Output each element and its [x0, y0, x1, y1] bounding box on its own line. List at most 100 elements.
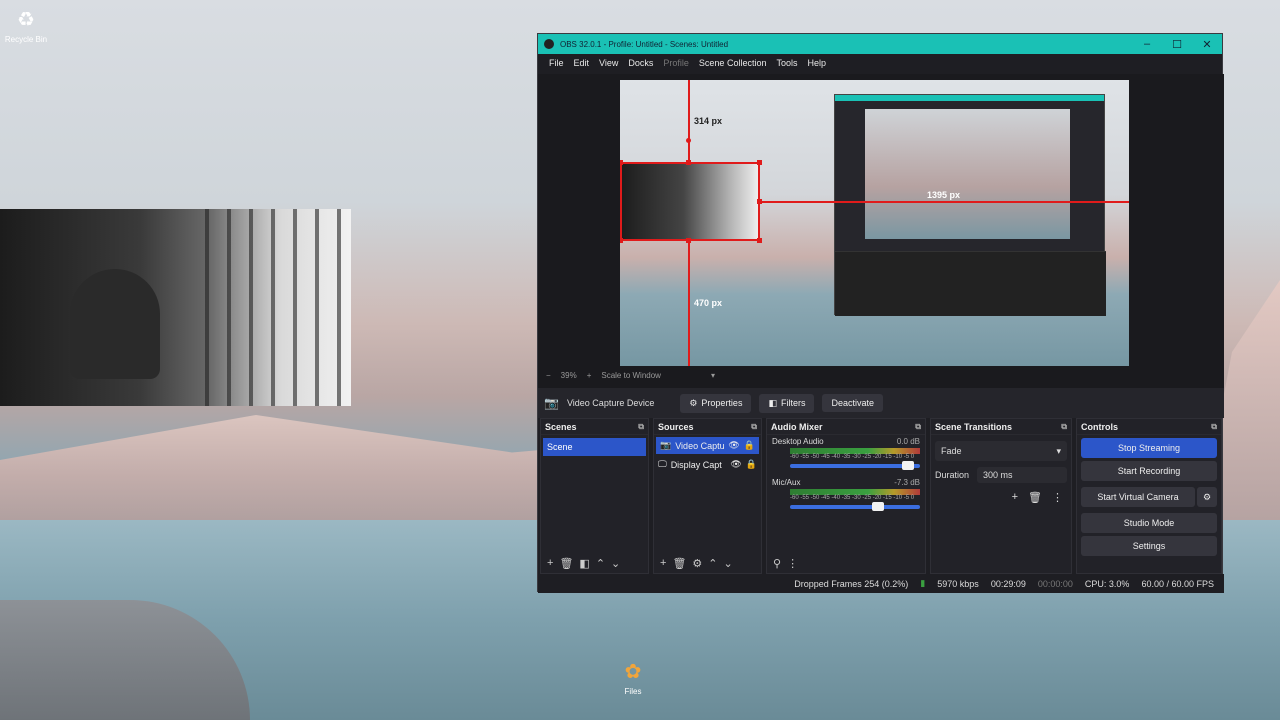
duration-input[interactable]: 300 ms	[977, 467, 1067, 483]
menu-edit[interactable]: Edit	[569, 58, 595, 68]
lock-icon[interactable]: 🔒	[744, 440, 755, 451]
stop-streaming-button[interactable]: Stop Streaming	[1081, 438, 1217, 458]
lock-icon[interactable]: 🔒	[746, 459, 757, 470]
close-button[interactable]: ✕	[1192, 38, 1222, 51]
channel-name: Desktop Audio	[772, 437, 824, 446]
zoom-bar: − 39% + Scale to Window ▾	[538, 366, 1224, 384]
trash-icon[interactable]: 🗑	[672, 557, 686, 570]
start-virtual-camera-button[interactable]: Start Virtual Camera	[1081, 487, 1195, 507]
start-recording-button[interactable]: Start Recording	[1081, 461, 1217, 481]
chevron-down-icon[interactable]: ⌄	[611, 557, 620, 570]
preview-area[interactable]: 314 px 1395 px 470 px − 39% + Scale to W…	[538, 74, 1224, 402]
scenes-title: Scenes	[545, 421, 577, 432]
studio-mode-button[interactable]: Studio Mode	[1081, 513, 1217, 533]
menu-file[interactable]: File	[544, 58, 569, 68]
source-item[interactable]: 📷 Video Captu 👁 🔒	[656, 437, 759, 454]
properties-button[interactable]: ⚙ Properties	[680, 393, 752, 413]
filters-label: Filters	[780, 398, 806, 408]
resize-handle[interactable]	[620, 160, 623, 165]
gear-icon[interactable]: ⚙	[1197, 487, 1217, 507]
minimize-button[interactable]: –	[1132, 38, 1162, 50]
mixer-title: Audio Mixer	[771, 421, 823, 432]
trash-icon[interactable]: 🗑	[559, 557, 573, 570]
audio-mixer-dock: Audio Mixer ⧉ Desktop Audio 0.0 dB -60 -…	[766, 418, 926, 574]
menu-bar: File Edit View Docks Profile Scene Colle…	[538, 54, 1222, 72]
more-icon[interactable]: ⋮	[787, 557, 798, 570]
files-shortcut[interactable]: ✿ Files	[603, 660, 663, 696]
cpu-usage: CPU: 3.0%	[1084, 578, 1130, 589]
scene-transitions-dock: Scene Transitions ⧉ Fade ▾ Duration 300 …	[930, 418, 1072, 574]
preview-canvas[interactable]: 314 px 1395 px 470 px	[620, 80, 1129, 366]
volume-slider[interactable]	[790, 502, 920, 511]
eye-icon[interactable]: 👁	[728, 440, 739, 451]
resize-handle[interactable]	[757, 160, 762, 165]
window-title: OBS 32.0.1 - Profile: Untitled - Scenes:…	[560, 39, 729, 49]
resize-handle[interactable]	[757, 238, 762, 243]
camera-icon: 📷	[660, 440, 672, 450]
undock-icon[interactable]: ⧉	[1061, 422, 1067, 432]
settings-button[interactable]: Settings	[1081, 536, 1217, 556]
source-item[interactable]: 🖵 Display Capt 👁 🔒	[654, 456, 761, 473]
controls-header: Controls ⧉	[1077, 419, 1221, 435]
undock-icon[interactable]: ⧉	[638, 422, 644, 432]
deactivate-button[interactable]: Deactivate	[822, 394, 883, 412]
chevron-down-icon[interactable]: ⌄	[724, 557, 733, 570]
filters-button[interactable]: ◧ Filters	[759, 393, 815, 413]
duration-label: Duration	[935, 470, 970, 480]
chevron-down-icon[interactable]: ▾	[711, 371, 715, 380]
add-icon[interactable]: +	[1012, 491, 1018, 504]
chevron-down-icon: ▾	[1056, 445, 1061, 456]
resize-handle[interactable]	[757, 199, 762, 204]
resize-handle[interactable]	[686, 160, 691, 165]
more-icon[interactable]: ⋮	[1052, 491, 1063, 504]
dock-area: Scenes ⧉ Scene + 🗑 ◧ ⌃ ⌄ Sources ⧉ 📷 Vid…	[538, 418, 1224, 574]
undock-icon[interactable]: ⧉	[915, 422, 921, 432]
link-icon[interactable]: ⚲	[773, 557, 781, 570]
transition-actions: + 🗑 ⋮	[939, 491, 1063, 504]
eye-icon[interactable]: 👁	[730, 459, 741, 470]
sources-toolbar: + 🗑 ⚙ ⌃ ⌄	[654, 553, 761, 573]
filters-icon[interactable]: ◧	[579, 557, 589, 570]
controls-dock: Controls ⧉ Stop Streaming Start Recordin…	[1076, 418, 1222, 574]
undock-icon[interactable]: ⧉	[1211, 422, 1217, 432]
resize-handle[interactable]	[620, 238, 623, 243]
signal-icon: ▮	[920, 578, 926, 588]
trash-icon[interactable]: 🗑	[1028, 491, 1042, 504]
undock-icon[interactable]: ⧉	[751, 422, 757, 432]
recycle-bin-shortcut[interactable]: ♻ Recycle Bin	[0, 8, 56, 44]
slider-knob[interactable]	[871, 502, 884, 511]
files-label: Files	[624, 687, 642, 696]
add-icon[interactable]: +	[660, 557, 666, 569]
add-icon[interactable]: +	[547, 557, 553, 569]
rotate-handle[interactable]	[686, 138, 691, 143]
filters-icon: ◧	[768, 397, 777, 408]
chevron-up-icon[interactable]: ⌃	[596, 557, 605, 570]
channel-db: -7.3 dB	[894, 478, 920, 487]
source-toolbar: 📷 Video Capture Device ⚙ Properties ◧ Fi…	[538, 388, 1224, 418]
dropped-frames: Dropped Frames 254 (0.2%)	[794, 578, 909, 589]
menu-profile[interactable]: Profile	[658, 58, 694, 68]
menu-tools[interactable]: Tools	[771, 58, 802, 68]
menu-docks[interactable]: Docks	[623, 58, 658, 68]
transition-select[interactable]: Fade ▾	[935, 441, 1067, 461]
menu-help[interactable]: Help	[802, 58, 831, 68]
channel-name: Mic/Aux	[772, 478, 801, 487]
menu-scene-collection[interactable]: Scene Collection	[694, 58, 772, 68]
title-bar[interactable]: OBS 32.0.1 - Profile: Untitled - Scenes:…	[538, 34, 1222, 54]
scene-list-item[interactable]: Scene	[543, 438, 646, 456]
person-silhouette	[70, 269, 160, 379]
volume-slider[interactable]	[790, 461, 920, 470]
zoom-out-button[interactable]: −	[546, 371, 551, 380]
chevron-up-icon[interactable]: ⌃	[708, 557, 717, 570]
meter-scale: -60 -55 -50 -45 -40 -35 -30 -25 -20 -15 …	[790, 495, 915, 501]
mixer-header: Audio Mixer ⧉	[767, 419, 925, 435]
scale-mode-select[interactable]: Scale to Window	[601, 371, 661, 380]
resize-handle[interactable]	[686, 238, 691, 243]
zoom-in-button[interactable]: +	[587, 371, 592, 380]
maximize-button[interactable]: ☐	[1162, 38, 1192, 51]
slider-knob[interactable]	[901, 461, 914, 470]
webcam-source-selected[interactable]	[620, 162, 760, 241]
gear-icon[interactable]: ⚙	[692, 557, 702, 570]
menu-view[interactable]: View	[594, 58, 623, 68]
nested-obs-capture	[834, 94, 1106, 316]
